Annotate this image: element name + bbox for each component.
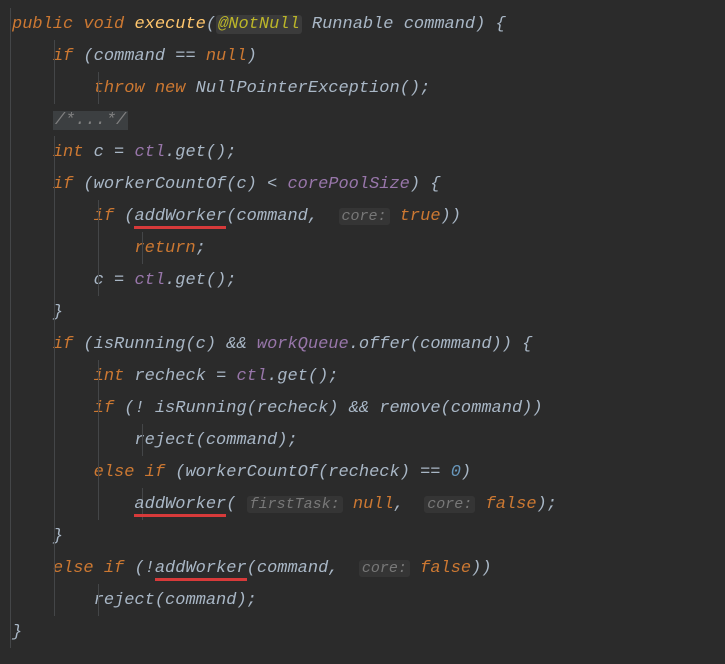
type: Runnable [312, 15, 394, 34]
param-hint: core: [339, 208, 390, 225]
param-hint: firstTask: [247, 496, 343, 513]
keyword-else: else [94, 463, 135, 482]
code-line[interactable]: if (isRunning(c) && workQueue.offer(comm… [0, 328, 725, 360]
code-line[interactable]: reject(command); [0, 424, 725, 456]
addworker-call: addWorker [134, 207, 226, 226]
keyword-public: public [12, 15, 73, 34]
addworker-call: addWorker [155, 559, 247, 578]
annotation: @NotNull [218, 15, 300, 34]
code-line[interactable]: int recheck = ctl.get(); [0, 360, 725, 392]
code-line[interactable]: } [0, 520, 725, 552]
code-line[interactable]: if (! isRunning(recheck) && remove(comma… [0, 392, 725, 424]
code-line[interactable]: } [0, 616, 725, 648]
keyword-throw: throw [94, 79, 145, 98]
code-line[interactable]: int c = ctl.get(); [0, 136, 725, 168]
code-line[interactable]: if (addWorker(command, core: true)) [0, 200, 725, 232]
method-name: execute [134, 15, 205, 34]
param-hint: core: [424, 496, 475, 513]
field: ctl [134, 143, 165, 162]
code-line[interactable]: if (workerCountOf(c) < corePoolSize) { [0, 168, 725, 200]
code-line[interactable]: public void execute(@NotNull Runnable co… [0, 8, 725, 40]
keyword-int: int [53, 143, 84, 162]
code-line[interactable]: else if (workerCountOf(recheck) == 0) [0, 456, 725, 488]
code-line[interactable]: if (command == null) [0, 40, 725, 72]
keyword-if: if [53, 47, 73, 66]
code-line[interactable]: c = ctl.get(); [0, 264, 725, 296]
param-hint: core: [359, 560, 410, 577]
code-line[interactable]: } [0, 296, 725, 328]
addworker-call: addWorker [134, 495, 226, 514]
keyword-void: void [83, 15, 124, 34]
code-line[interactable]: return; [0, 232, 725, 264]
keyword-new: new [155, 79, 186, 98]
code-line[interactable]: addWorker( firstTask: null, core: false)… [0, 488, 725, 520]
folded-comment[interactable]: /*...*/ [53, 111, 128, 130]
param: command [404, 15, 475, 34]
code-line[interactable]: /*...*/ [0, 104, 725, 136]
code-line[interactable]: reject(command); [0, 584, 725, 616]
paren: ( [206, 15, 216, 34]
keyword-return: return [134, 239, 195, 258]
exception-type: NullPointerException [196, 79, 400, 98]
code-line[interactable]: throw new NullPointerException(); [0, 72, 725, 104]
code-line[interactable]: else if (!addWorker(command, core: false… [0, 552, 725, 584]
